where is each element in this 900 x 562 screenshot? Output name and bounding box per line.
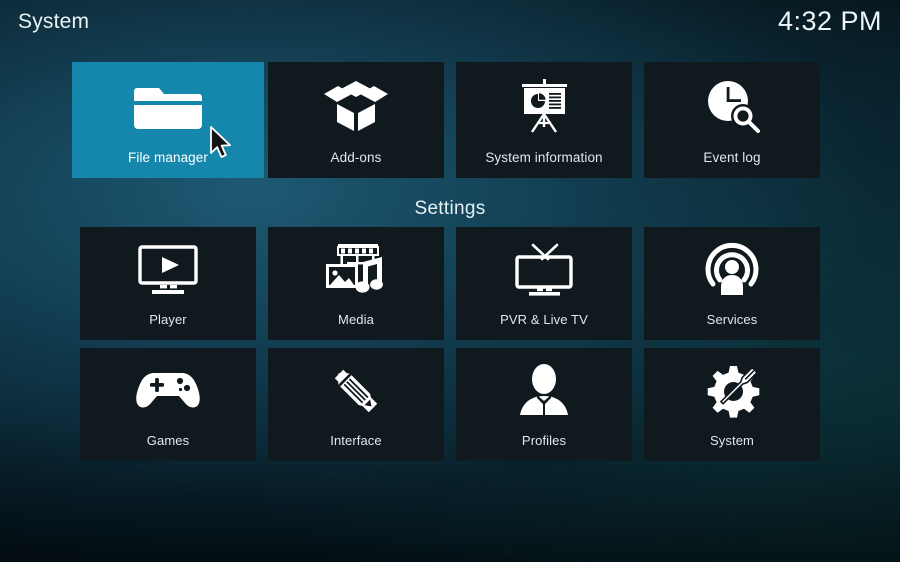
icon-wrap <box>456 348 632 434</box>
icon-wrap <box>80 348 256 434</box>
tile-pvr-live-tv[interactable]: PVR & Live TV <box>456 227 632 340</box>
open-box-icon <box>323 77 389 135</box>
gamepad-icon <box>135 367 201 415</box>
tile-label: System information <box>485 149 603 165</box>
settings-section-header: Settings <box>414 198 486 219</box>
tile-label: Player <box>149 312 187 327</box>
icon-wrap <box>268 227 444 313</box>
presentation-board-icon <box>514 77 574 135</box>
icon-wrap <box>268 348 444 434</box>
icon-wrap <box>644 227 820 313</box>
tile-label: Add-ons <box>330 149 382 165</box>
broadcast-person-icon <box>703 242 761 298</box>
clock-label: 4:32 PM <box>777 6 882 36</box>
tile-label: Event log <box>703 149 761 165</box>
gear-screwdriver-icon <box>702 363 762 419</box>
tile-label: PVR & Live TV <box>500 312 588 327</box>
tile-label: File manager <box>128 149 208 165</box>
icon-wrap <box>644 62 820 151</box>
retro-tv-antenna-icon <box>511 242 577 298</box>
kodi-system-screen: System 4:32 PM File manager Add-ons Syst… <box>0 0 900 562</box>
tile-event-log[interactable]: Event log <box>644 62 820 178</box>
tile-label: Interface <box>330 433 382 448</box>
person-bust-icon <box>515 363 573 419</box>
tile-profiles[interactable]: Profiles <box>456 348 632 461</box>
tile-add-ons[interactable]: Add-ons <box>268 62 444 178</box>
tile-interface[interactable]: Interface <box>268 348 444 461</box>
tile-file-manager[interactable]: File manager <box>72 62 264 178</box>
filmstrip-photo-music-icon <box>323 242 389 298</box>
tile-system[interactable]: System <box>644 348 820 461</box>
tile-player[interactable]: Player <box>80 227 256 340</box>
top-bar: System 4:32 PM <box>0 0 900 54</box>
clock-search-icon <box>701 77 763 135</box>
tile-media[interactable]: Media <box>268 227 444 340</box>
icon-wrap <box>80 227 256 313</box>
icon-wrap <box>456 227 632 313</box>
tile-label: Media <box>338 312 374 327</box>
tile-label: Games <box>146 433 190 448</box>
tile-services[interactable]: Services <box>644 227 820 340</box>
tile-label: System <box>710 433 754 448</box>
tile-label: Profiles <box>521 433 567 448</box>
tile-games[interactable]: Games <box>80 348 256 461</box>
icon-wrap <box>456 62 632 151</box>
monitor-play-icon <box>136 243 200 297</box>
page-title: System <box>18 10 90 33</box>
pencil-ruler-icon <box>327 363 385 419</box>
icon-wrap <box>72 62 264 151</box>
tile-label: Services <box>706 312 758 327</box>
folder-icon <box>131 76 205 136</box>
tile-system-information[interactable]: System information <box>456 62 632 178</box>
icon-wrap <box>268 62 444 151</box>
icon-wrap <box>644 348 820 434</box>
